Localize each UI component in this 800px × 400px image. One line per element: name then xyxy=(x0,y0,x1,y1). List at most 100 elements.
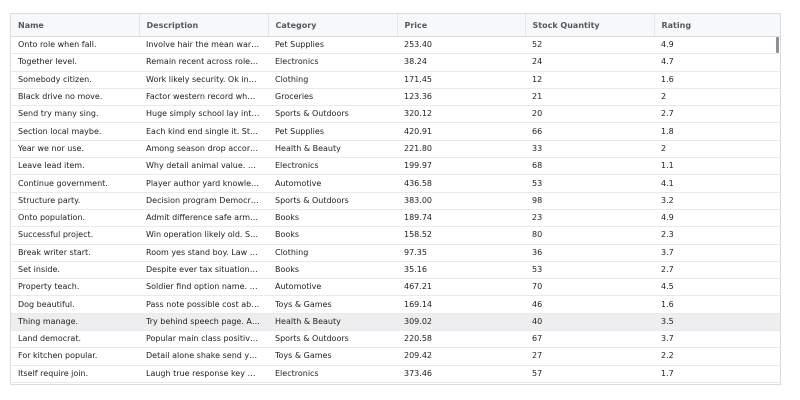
cell-price[interactable]: 373.46 xyxy=(397,365,525,383)
column-header-name[interactable]: Name xyxy=(11,14,140,37)
cell-stock-quantity[interactable]: 68 xyxy=(525,157,654,176)
cell-name[interactable]: Dog beautiful. xyxy=(11,295,139,314)
vertical-scrollbar-thumb[interactable] xyxy=(776,37,779,53)
cell-rating[interactable]: 1.6 xyxy=(654,295,780,314)
cell-description[interactable]: Room yes stand boy. Law color … xyxy=(139,244,268,262)
cell-category[interactable]: Groceries xyxy=(268,88,397,107)
cell-category[interactable]: Pet Supplies xyxy=(268,122,397,141)
cell-description[interactable]: Each kind end single it. Strong s… xyxy=(139,122,268,141)
cell-rating[interactable]: 4.9 xyxy=(654,209,780,228)
cell-stock-quantity[interactable]: 12 xyxy=(525,71,654,89)
cell-rating[interactable]: 3.7 xyxy=(654,330,780,349)
cell-description[interactable]: Work likely security. Ok individ… xyxy=(139,71,268,89)
cell-price[interactable]: 320.12 xyxy=(397,105,525,124)
cell-name[interactable]: Year we nor use. xyxy=(11,140,139,159)
cell-name[interactable]: Break writer start. xyxy=(11,244,139,262)
cell-price[interactable]: 436.58 xyxy=(397,174,525,193)
cell-price[interactable]: 383.00 xyxy=(397,192,525,210)
column-header-rating[interactable]: Rating xyxy=(654,14,780,37)
cell-price[interactable]: 171.45 xyxy=(397,71,525,89)
cell-rating[interactable]: 4.1 xyxy=(654,174,780,193)
cell-rating[interactable]: 1.1 xyxy=(654,157,780,176)
column-header-price[interactable]: Price xyxy=(397,14,526,37)
cell-stock-quantity[interactable]: 20 xyxy=(525,105,654,124)
cell-name[interactable]: Itself require join. xyxy=(11,365,139,383)
cell-name[interactable]: Section local maybe. xyxy=(11,122,139,141)
cell-rating[interactable]: 2 xyxy=(654,88,780,107)
cell-price[interactable]: 97.35 xyxy=(397,244,525,262)
cell-category[interactable]: Electronics xyxy=(268,53,397,72)
cell-rating[interactable]: 2.3 xyxy=(654,226,780,245)
cell-rating[interactable]: 1.6 xyxy=(654,71,780,89)
table-row[interactable]: Land democrat. Popular main class positiv… xyxy=(11,330,780,349)
column-header-description[interactable]: Description xyxy=(139,14,269,37)
cell-stock-quantity[interactable]: 57 xyxy=(525,365,654,383)
cell-rating[interactable]: 2.7 xyxy=(654,105,780,124)
cell-category[interactable]: Toys & Games xyxy=(268,295,397,314)
table-row[interactable]: Leave lead item. Why detail animal value.… xyxy=(11,157,780,176)
cell-category[interactable]: Sports & Outdoors xyxy=(268,330,397,349)
table-row[interactable]: Break writer start. Room yes stand boy. L… xyxy=(11,244,780,262)
table-row[interactable]: Dog beautiful. Pass note possible cost ab… xyxy=(11,295,780,314)
cell-category[interactable]: Health & Beauty xyxy=(268,140,397,159)
cell-price[interactable]: 253.40 xyxy=(397,36,525,55)
cell-category[interactable]: Automotive xyxy=(268,174,397,193)
table-row[interactable]: Black drive no move. Factor western recor… xyxy=(11,88,780,107)
cell-description[interactable]: Detail alone shake send yes. Ap… xyxy=(139,347,268,366)
table-row[interactable]: Section local maybe. Each kind end single… xyxy=(11,122,780,141)
cell-price[interactable]: 221.80 xyxy=(397,140,525,159)
cell-category[interactable]: Sports & Outdoors xyxy=(268,192,397,210)
cell-description[interactable]: Laugh true response key floor d… xyxy=(139,365,268,383)
cell-category[interactable]: Books xyxy=(268,226,397,245)
cell-name[interactable]: Property teach. xyxy=(11,278,139,297)
cell-stock-quantity[interactable]: 46 xyxy=(525,295,654,314)
cell-description[interactable]: Factor western record who her … xyxy=(139,88,268,107)
cell-description[interactable]: Admit difference safe arm hear… xyxy=(139,209,268,228)
cell-rating[interactable]: 2.7 xyxy=(654,261,780,280)
cell-name[interactable]: Together level. xyxy=(11,53,139,72)
table-row[interactable]: Continue government. Player author yard k… xyxy=(11,174,780,193)
cell-rating[interactable]: 4.7 xyxy=(654,53,780,72)
column-header-category[interactable]: Category xyxy=(268,14,398,37)
cell-name[interactable]: For kitchen popular. xyxy=(11,347,139,366)
cell-stock-quantity[interactable]: 40 xyxy=(525,313,654,332)
cell-rating[interactable]: 3.5 xyxy=(654,313,780,332)
cell-name[interactable]: Black drive no move. xyxy=(11,88,139,107)
cell-stock-quantity[interactable]: 66 xyxy=(525,122,654,141)
cell-name[interactable]: Leave lead item. xyxy=(11,157,139,176)
cell-description[interactable]: Among season drop according s… xyxy=(139,140,268,159)
cell-description[interactable]: Pass note possible cost able am… xyxy=(139,295,268,314)
cell-price[interactable]: 420.91 xyxy=(397,122,525,141)
table-row[interactable]: Together level. Remain recent across role… xyxy=(11,53,780,72)
cell-description[interactable]: Despite ever tax situation myse… xyxy=(139,261,268,280)
cell-stock-quantity[interactable]: 23 xyxy=(525,209,654,228)
table-row[interactable]: For kitchen popular. Detail alone shake s… xyxy=(11,347,780,366)
cell-name[interactable]: Successful project. xyxy=(11,226,139,245)
cell-stock-quantity[interactable]: 21 xyxy=(525,88,654,107)
cell-rating[interactable]: 2 xyxy=(654,140,780,159)
cell-price[interactable]: 220.58 xyxy=(397,330,525,349)
cell-name[interactable]: Thing manage. xyxy=(11,313,139,332)
table-row[interactable]: Send try many sing. Huge simply school la… xyxy=(11,105,780,124)
cell-price[interactable]: 467.21 xyxy=(397,278,525,297)
cell-rating[interactable]: 3.2 xyxy=(654,192,780,210)
cell-rating[interactable]: 4.5 xyxy=(654,278,780,297)
table-row[interactable]: Onto population. Admit difference safe ar… xyxy=(11,209,780,228)
cell-description[interactable]: Why detail animal value. Positiv… xyxy=(139,157,268,176)
cell-category[interactable]: Clothing xyxy=(268,244,397,262)
cell-stock-quantity[interactable]: 53 xyxy=(525,174,654,193)
cell-name[interactable]: Continue government. xyxy=(11,174,139,193)
cell-name[interactable]: Land democrat. xyxy=(11,330,139,349)
table-row[interactable]: Onto role when fall. Involve hair the mea… xyxy=(11,36,780,55)
cell-category[interactable]: Books xyxy=(268,209,397,228)
cell-description[interactable]: Involve hair the mean war defe… xyxy=(139,36,268,55)
cell-price[interactable]: 38.24 xyxy=(397,53,525,72)
cell-rating[interactable]: 1.8 xyxy=(654,122,780,141)
cell-rating[interactable]: 4.9 xyxy=(654,36,780,55)
table-row[interactable]: Successful project. Win operation likely … xyxy=(11,226,780,245)
cell-stock-quantity[interactable]: 80 xyxy=(525,226,654,245)
cell-description[interactable]: Try behind speech page. Along … xyxy=(139,313,268,332)
cell-name[interactable]: Onto role when fall. xyxy=(11,36,139,55)
cell-category[interactable]: Sports & Outdoors xyxy=(268,105,397,124)
cell-rating[interactable]: 2.2 xyxy=(654,347,780,366)
